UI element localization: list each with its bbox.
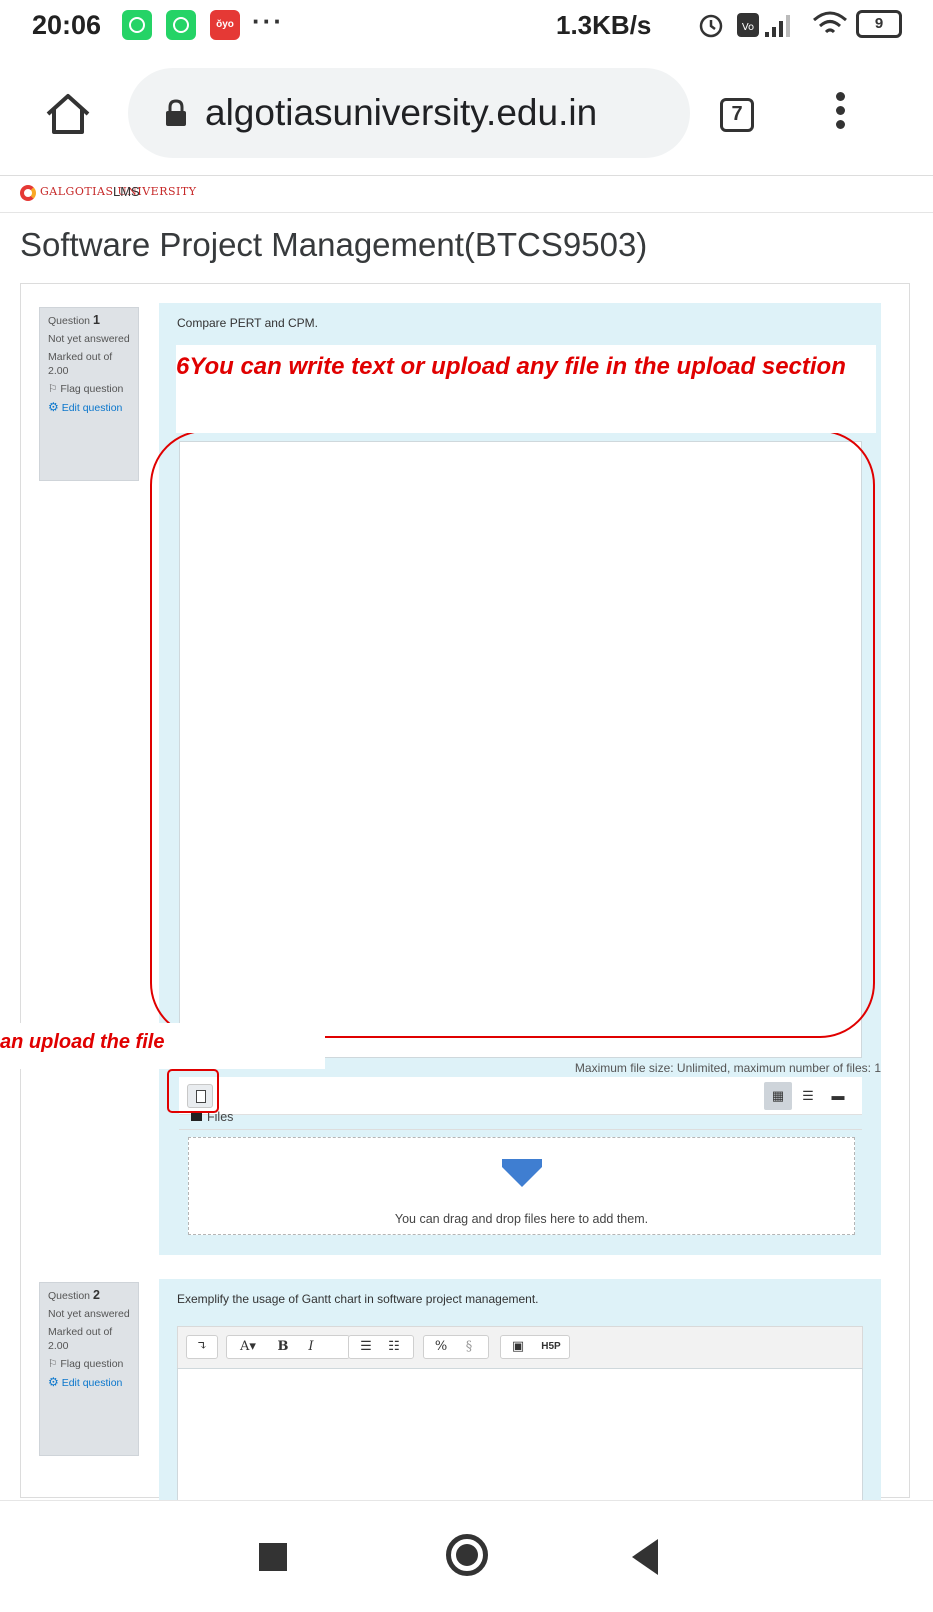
- battery-icon: 9: [856, 10, 902, 38]
- grid-view-icon[interactable]: ▦: [764, 1082, 792, 1110]
- max-file-note: Maximum file size: Unlimited, maximum nu…: [574, 1061, 881, 1075]
- status-time: 20:06: [32, 10, 102, 40]
- question-2-info: Question 2 Not yet answered Marked out o…: [39, 1282, 139, 1456]
- flag-question-link[interactable]: ⚐ Flag question: [48, 382, 130, 396]
- question-1-info: Question 1 Not yet answered Marked out o…: [39, 307, 139, 481]
- whatsapp-business-notification-icon: [166, 10, 196, 40]
- unordered-list-icon[interactable]: ☰: [354, 1336, 378, 1358]
- edit-question-link[interactable]: ⚙ Edit question: [48, 1375, 130, 1390]
- network-speed: 1.3KB/s: [556, 10, 652, 40]
- show-more-icon[interactable]: ↴: [190, 1336, 214, 1358]
- annotation-callout-write: 6You can write text or upload any file i…: [176, 345, 876, 433]
- browser-menu-icon[interactable]: [836, 92, 848, 136]
- page-title: Software Project Management(BTCS9503): [20, 226, 648, 263]
- edit-label: Edit question: [61, 402, 123, 414]
- folder-icon: [191, 1113, 202, 1121]
- toolbar-group-lists: ☰ ☷: [348, 1335, 414, 1359]
- gear-icon: ⚙: [48, 400, 59, 414]
- divider: [179, 1129, 862, 1130]
- gear-icon: ⚙: [48, 1375, 59, 1389]
- annotation-write-text: 6You can write text or upload any file i…: [176, 353, 846, 380]
- question-text: Exemplify the usage of Gantt chart in so…: [177, 1292, 539, 1306]
- annotation-upload-text: an upload the file: [0, 1031, 165, 1053]
- flag-label: Flag question: [60, 1358, 124, 1370]
- italic-icon[interactable]: I: [299, 1336, 323, 1358]
- toolbar-group-collapse: ↴: [186, 1335, 218, 1359]
- back-icon[interactable]: [632, 1539, 658, 1575]
- lms-header: GALGOTIAS UNIVERSITY LMS: [0, 177, 933, 213]
- flag-question-link[interactable]: ⚐ Flag question: [48, 1357, 130, 1371]
- annotation-callout-upload: an upload the file: [0, 1023, 325, 1069]
- bold-icon[interactable]: B: [271, 1336, 295, 1358]
- flag-icon: ⚐: [48, 383, 58, 395]
- question-number: 2: [92, 1288, 100, 1302]
- ordered-list-icon[interactable]: ☷: [382, 1336, 406, 1358]
- battery-level: 9: [874, 15, 884, 32]
- download-arrow-icon: [502, 1159, 542, 1187]
- url-text: algotiasuniversity.edu.in: [205, 92, 598, 133]
- recent-apps-icon[interactable]: [259, 1543, 287, 1571]
- annotation-highlight-add-file: [167, 1069, 219, 1113]
- oyo-notification-icon: ŏyo: [210, 10, 240, 40]
- edit-label: Edit question: [61, 1377, 123, 1389]
- question-text: Compare PERT and CPM.: [177, 316, 318, 330]
- address-bar[interactable]: algotiasuniversity.edu.in: [128, 68, 690, 158]
- unlink-icon[interactable]: §: [457, 1336, 481, 1358]
- view-switcher: ▦ ☰ ▬: [764, 1082, 856, 1110]
- question-marks: Marked out of 2.00: [48, 1326, 113, 1352]
- flag-label: Flag question: [60, 383, 124, 395]
- home-nav-icon[interactable]: [446, 1534, 488, 1576]
- answer-editor-2[interactable]: [177, 1368, 863, 1504]
- toolbar-group-media: ▣ H5P: [500, 1335, 570, 1359]
- link-icon[interactable]: %: [429, 1336, 453, 1358]
- question-2-content: Exemplify the usage of Gantt chart in so…: [159, 1279, 881, 1504]
- atto-toolbar: ↴ A▾ B I ☰ ☷ % § ▣ H5P: [177, 1326, 863, 1368]
- android-nav-bar: [0, 1500, 933, 1612]
- list-view-icon[interactable]: ☰: [794, 1082, 822, 1110]
- question-state: Not yet answered: [48, 333, 130, 345]
- toolbar-group-links: % §: [423, 1335, 489, 1359]
- paragraph-style-icon[interactable]: A▾: [230, 1336, 266, 1358]
- alarm-icon: [699, 14, 723, 38]
- status-bar: 20:06 ŏyo ··· 1.3KB/s Vo 9: [0, 0, 933, 52]
- browser-toolbar: algotiasuniversity.edu.in 7: [0, 52, 933, 176]
- h5p-button[interactable]: H5P: [535, 1336, 567, 1358]
- file-dropzone[interactable]: You can drag and drop files here to add …: [188, 1137, 855, 1235]
- image-icon[interactable]: ▣: [506, 1336, 530, 1358]
- question-number: 1: [92, 313, 100, 327]
- flag-icon: ⚐: [48, 1358, 58, 1370]
- more-notifications-icon: ···: [252, 6, 284, 36]
- question-label: Question: [48, 315, 91, 327]
- whatsapp-notification-icon: [122, 10, 152, 40]
- edit-question-link[interactable]: ⚙ Edit question: [48, 400, 130, 415]
- home-icon[interactable]: [44, 92, 92, 136]
- svg-text:Vo: Vo: [742, 22, 754, 33]
- lock-icon: [166, 99, 186, 126]
- question-marks: Marked out of 2.00: [48, 351, 113, 377]
- galgotias-logo-icon[interactable]: [20, 185, 36, 201]
- volte-signal-icon: Vo: [737, 13, 790, 37]
- wifi-icon: [813, 11, 847, 34]
- toolbar-group-style: A▾ B I: [226, 1335, 350, 1359]
- logo-lms[interactable]: LMS: [113, 184, 140, 199]
- question-label: Question: [48, 1290, 91, 1302]
- filepicker-toolbar: ▦ ☰ ▬: [179, 1077, 862, 1115]
- tab-switcher-button[interactable]: 7: [720, 98, 754, 132]
- question-state: Not yet answered: [48, 1308, 130, 1320]
- dropzone-text: You can drag and drop files here to add …: [394, 1212, 649, 1226]
- folder-view-icon[interactable]: ▬: [824, 1082, 852, 1110]
- annotation-frame: [150, 430, 875, 1038]
